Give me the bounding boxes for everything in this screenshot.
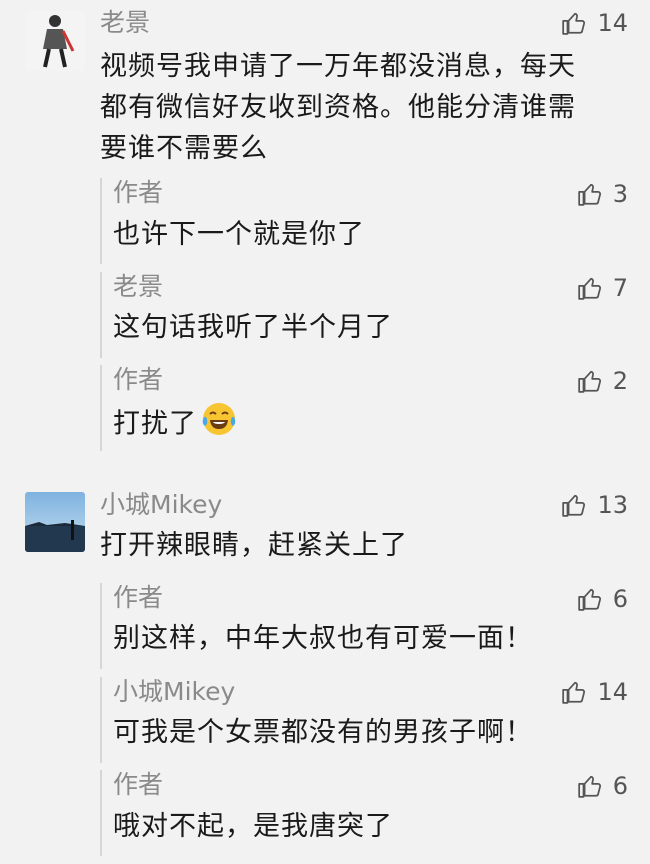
like-count: 3 bbox=[612, 180, 628, 208]
reply-text: 可我是个女票都没有的男孩子啊！ bbox=[113, 717, 533, 748]
reply-divider bbox=[100, 770, 102, 856]
like-button[interactable]: 14 bbox=[561, 677, 628, 707]
comment-text: 视频号我申请了一万年都没消息，每天都有微信好友收到资格。他能分清谁需要谁不需要么 bbox=[100, 51, 576, 164]
reply-author[interactable]: 作者 bbox=[113, 178, 163, 208]
like-count: 7 bbox=[612, 274, 628, 302]
thumbs-up-icon bbox=[578, 775, 601, 798]
like-button[interactable]: 14 bbox=[561, 8, 628, 38]
comment-text: 打开辣眼睛，赶紧关上了 bbox=[100, 530, 408, 561]
thumbs-up-icon bbox=[578, 588, 601, 611]
like-count: 6 bbox=[612, 772, 628, 800]
reply-text: 打扰了 bbox=[113, 401, 237, 449]
like-count: 2 bbox=[612, 367, 628, 395]
thumbs-up-icon bbox=[578, 277, 601, 300]
comment-author[interactable]: 小城Mikey bbox=[100, 490, 222, 520]
comment-author[interactable]: 老景 bbox=[100, 8, 150, 38]
reply-divider bbox=[100, 272, 102, 358]
thumbs-up-icon bbox=[578, 370, 601, 393]
like-count: 6 bbox=[612, 585, 628, 613]
like-count: 14 bbox=[597, 9, 628, 37]
reply-text: 这句话我听了半个月了 bbox=[113, 312, 393, 343]
reply-author[interactable]: 作者 bbox=[113, 583, 163, 613]
avatar[interactable] bbox=[25, 492, 85, 552]
thumbs-up-icon bbox=[562, 494, 586, 517]
like-button[interactable]: 13 bbox=[561, 490, 628, 520]
reply-author[interactable]: 作者 bbox=[113, 770, 163, 800]
like-button[interactable]: 6 bbox=[577, 771, 628, 801]
like-button[interactable]: 2 bbox=[577, 366, 628, 396]
reply-author[interactable]: 老景 bbox=[113, 272, 163, 302]
reply-author[interactable]: 小城Mikey bbox=[113, 677, 235, 707]
reply-divider bbox=[100, 583, 102, 669]
thumbs-up-icon bbox=[562, 12, 586, 35]
reply-text: 也许下一个就是你了 bbox=[113, 219, 365, 250]
tears-of-joy-emoji-icon bbox=[201, 401, 237, 449]
thumbs-up-icon bbox=[562, 681, 586, 704]
like-count: 13 bbox=[597, 491, 628, 519]
like-button[interactable]: 3 bbox=[577, 179, 628, 209]
thumbs-up-icon bbox=[578, 183, 601, 206]
like-count: 14 bbox=[597, 678, 628, 706]
reply-text: 别这样，中年大叔也有可爱一面！ bbox=[113, 623, 533, 654]
reply-text-content: 打扰了 bbox=[113, 408, 197, 440]
reply-divider bbox=[100, 677, 102, 763]
like-button[interactable]: 7 bbox=[577, 273, 628, 303]
reply-text: 哦对不起，是我唐突了 bbox=[113, 811, 393, 842]
avatar[interactable] bbox=[25, 11, 85, 71]
like-button[interactable]: 6 bbox=[577, 584, 628, 614]
reply-divider bbox=[100, 365, 102, 451]
reply-author[interactable]: 作者 bbox=[113, 365, 163, 395]
reply-divider bbox=[100, 178, 102, 264]
